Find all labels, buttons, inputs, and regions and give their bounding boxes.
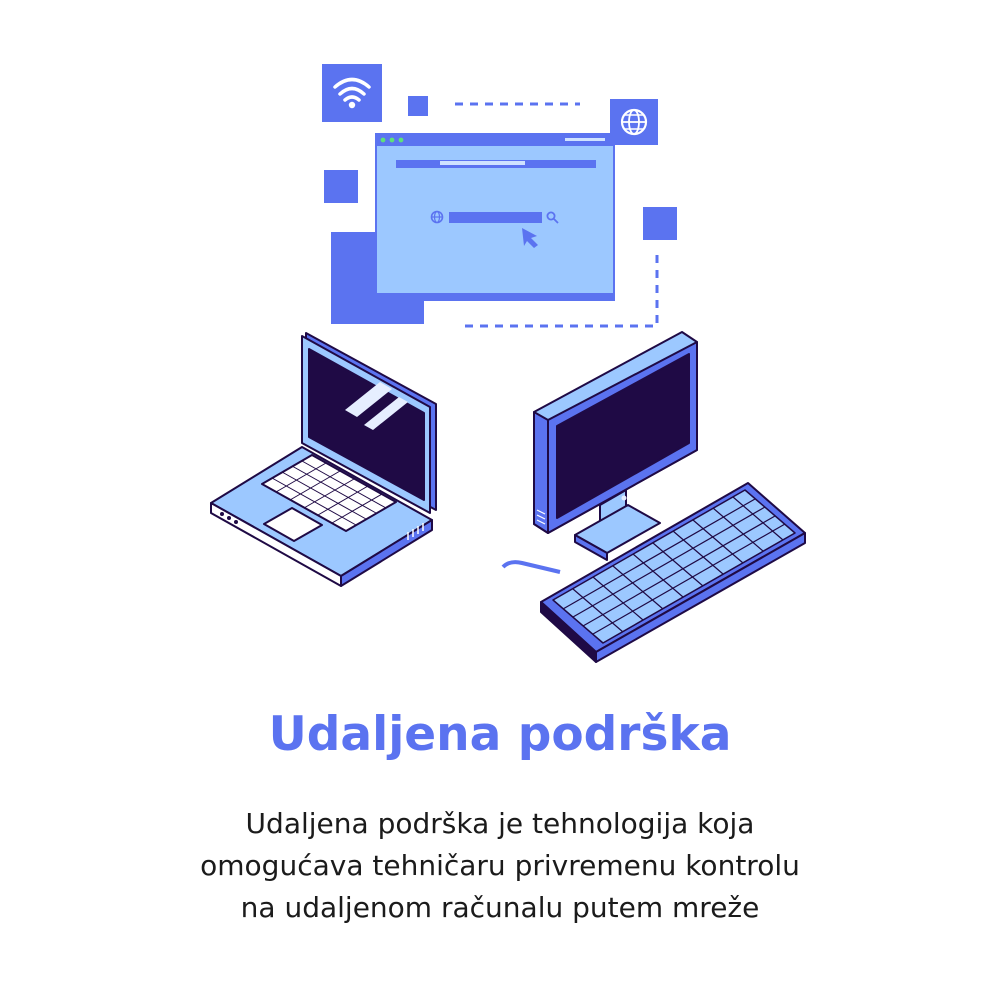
description: Udaljena podrška je tehnologija koja omo… (150, 803, 850, 929)
page-title: Udaljena podrška (268, 707, 732, 762)
description-line: na udaljenom računalu putem mreže (240, 891, 760, 924)
decorative-square (643, 207, 677, 240)
page: Udaljena podrška Udaljena podrška je teh… (0, 0, 1000, 1000)
browser-window (375, 133, 615, 301)
remote-support-illustration (210, 64, 806, 663)
description-line: Udaljena podrška je tehnologija koja (245, 807, 755, 840)
laptop (210, 332, 437, 587)
decorative-square (324, 170, 358, 203)
description-line: omogućava tehničaru privremenu kontrolu (200, 849, 800, 882)
address-bar (449, 212, 542, 223)
wifi-icon (322, 64, 382, 122)
desktop-computer (501, 331, 806, 663)
globe-icon (610, 99, 658, 145)
decorative-square (408, 96, 428, 116)
